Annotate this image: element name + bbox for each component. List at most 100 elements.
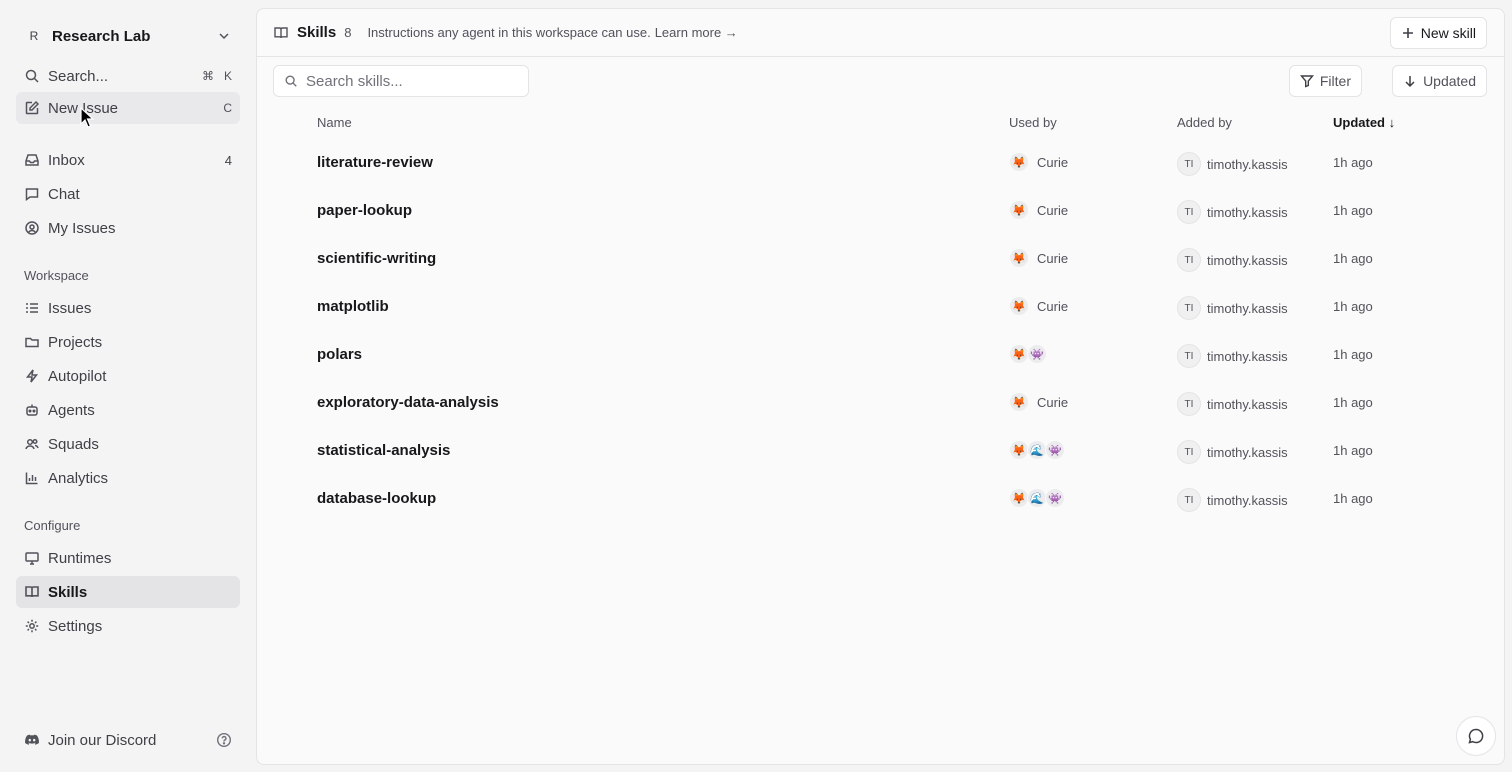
help-icon[interactable] [216,732,232,748]
table-row[interactable]: scientific-writing 🦊 Curie TI timothy.kassis… [257,236,1504,284]
sidebar-item-inbox[interactable]: Inbox 4 [16,144,240,176]
used-by-cell: 🦊 Curie [1009,152,1068,172]
learn-more-link[interactable]: Learn more → [655,25,738,40]
table-row[interactable]: matplotlib 🦊 Curie TI timothy.kassis 1h ago [257,284,1504,332]
sidebar-item-runtimes[interactable]: Runtimes [16,542,240,574]
used-by-cell: 🦊 Curie [1009,392,1068,412]
skills-count: 8 [344,25,352,40]
section-label-configure: Configure [24,518,81,533]
updated-time: 1h ago [1333,155,1373,170]
sidebar-item-analytics[interactable]: Analytics [16,462,240,494]
bolt-icon [25,369,39,383]
added-by-name: timothy.kassis [1207,348,1288,364]
added-by-cell: TI timothy.kassis [1177,296,1288,320]
sidebar-item-agents[interactable]: Agents [16,394,240,426]
skill-name: scientific-writing [317,250,437,267]
added-by-cell: TI timothy.kassis [1177,488,1288,512]
avatar: TI [1177,296,1201,320]
search-icon [25,69,39,83]
chat-button[interactable] [1456,716,1496,756]
plus-icon [1402,28,1413,38]
sidebar-item-label: Projects [48,333,103,351]
skills-search[interactable] [273,65,529,97]
new-skill-button[interactable]: New skill [1389,17,1487,49]
search-input[interactable] [306,72,506,90]
avatar: TI [1177,392,1201,416]
updated-time: 1h ago [1333,395,1373,410]
workspace-avatar: R [29,29,39,43]
filter-button[interactable]: Filter [1288,65,1362,97]
section-label-workspace: Workspace [24,268,89,283]
main-panel: Skills 8 Instructions any agent in this … [256,8,1505,765]
table-row[interactable]: literature-review 🦊 Curie TI timothy.kassis 1… [257,140,1504,188]
page-title: Skills [297,24,337,41]
discord-link[interactable]: Join our Discord [16,724,240,756]
agent-avatar: 🦊 [1009,392,1029,412]
workspace-switcher[interactable]: R Research Lab [16,20,240,52]
avatar: TI [1177,200,1201,224]
book-icon [25,586,39,598]
sidebar-search[interactable]: Search... ⌘ K [16,60,240,92]
sidebar-item-autopilot[interactable]: Autopilot [16,360,240,392]
sidebar-item-label: Squads [48,435,99,453]
column-header-added-by[interactable]: Added by [1177,115,1232,130]
added-by-cell: TI timothy.kassis [1177,248,1288,272]
search-icon [285,75,297,87]
sidebar-item-chat[interactable]: Chat [16,178,240,210]
skill-name: paper-lookup [317,202,413,219]
new-issue-button[interactable]: New Issue C [16,92,240,124]
sidebar-item-label: Issues [48,299,92,317]
avatar: TI [1177,152,1201,176]
updated-time: 1h ago [1333,203,1373,218]
page-header: Skills 8 Instructions any agent in this … [257,9,1504,57]
avatar: TI [1177,248,1201,272]
added-by-cell: TI timothy.kassis [1177,440,1288,464]
filter-label: Filter [1319,73,1351,89]
added-by-name: timothy.kassis [1207,396,1288,412]
column-header-used-by[interactable]: Used by [1009,115,1057,130]
sidebar-item-projects[interactable]: Projects [16,326,240,358]
used-by-name: Curie [1037,394,1069,410]
bot-icon [26,404,38,416]
sidebar-item-label: My Issues [48,219,116,237]
sidebar-item-squads[interactable]: Squads [16,428,240,460]
column-header-name[interactable]: Name [317,115,352,130]
avatar: TI [1177,488,1201,512]
sidebar-item-settings[interactable]: Settings [16,610,240,642]
discord-label: Join our Discord [48,731,157,749]
used-by-cell: 🦊 Curie [1009,200,1068,220]
sidebar-item-skills[interactable]: Skills [16,576,240,608]
book-icon [274,26,288,38]
agent-avatar: 🌊 [1027,488,1047,508]
new-skill-label: New skill [1420,25,1476,41]
table-row[interactable]: exploratory-data-analysis 🦊 Curie TI timothy… [257,380,1504,428]
sidebar-item-issues[interactable]: Issues [16,292,240,324]
sidebar-search-label: Search... [48,67,109,85]
sidebar-item-my-issues[interactable]: My Issues [16,212,240,244]
table-row[interactable]: statistical-analysis 🦊 🌊 👾 TI timothy.kassis 1… [257,428,1504,476]
updated-time: 1h ago [1333,443,1373,458]
table-row[interactable]: database-lookup 🦊 🌊 👾 TI timothy.kassis 1h ago [257,476,1504,524]
users-icon [25,438,39,450]
used-by-name: Curie [1037,250,1069,266]
added-by-name: timothy.kassis [1207,300,1288,316]
sort-button[interactable]: Updated [1392,65,1487,97]
agent-avatar: 🌊 [1027,440,1047,460]
table-row[interactable]: paper-lookup 🦊 Curie TI timothy.kassis 1h ago [257,188,1504,236]
column-header-updated[interactable]: Updated ↓ [1333,115,1395,130]
used-by-name: Curie [1037,202,1069,218]
sort-label: Updated [1423,73,1476,89]
used-by-cell: 🦊 Curie [1009,248,1068,268]
workspace-name: Research Lab [52,27,151,45]
used-by-cell: 🦊 Curie [1009,296,1068,316]
bar-chart-icon [25,472,38,485]
agent-avatar: 🦊 [1009,440,1029,460]
used-by-cell: 🦊 👾 [1009,344,1047,364]
agent-avatar: 👾 [1027,344,1047,364]
skill-name: polars [317,346,363,363]
agent-avatar: 🦊 [1009,152,1029,172]
list-icon [26,303,38,313]
monitor-icon [25,552,39,565]
sidebar-item-label: Inbox [48,151,85,169]
table-row[interactable]: polars 🦊 👾 TI timothy.kassis 1h ago [257,332,1504,380]
